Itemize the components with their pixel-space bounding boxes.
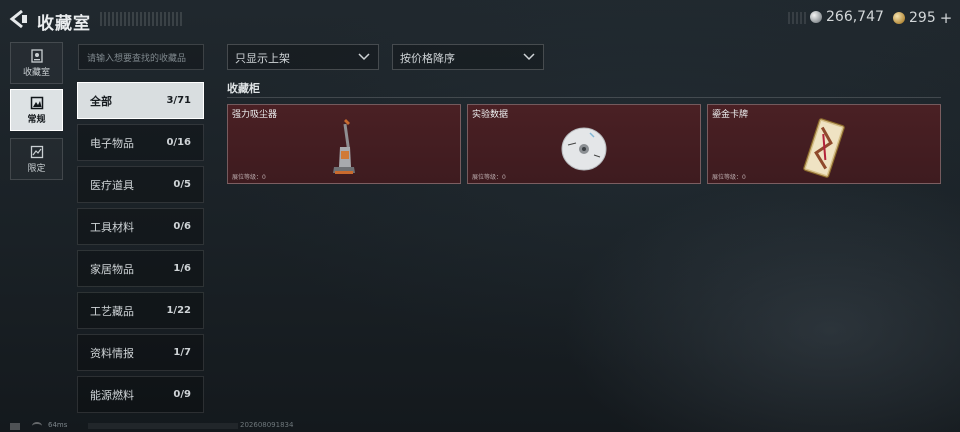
- category-household[interactable]: 家居物品 1/6: [77, 250, 204, 287]
- gilded-card-icon: [803, 118, 845, 178]
- nav-label: 常规: [27, 114, 46, 125]
- gold-currency-value: 295: [909, 10, 936, 26]
- chevron-down-icon: [523, 53, 535, 61]
- item-level: 展位等级：0: [232, 174, 266, 181]
- item-name: 实验数据: [472, 110, 509, 120]
- sort-value: 按价格降序: [400, 52, 455, 65]
- nav-collection-room[interactable]: 收藏室: [10, 42, 63, 84]
- nav-label: 收藏室: [22, 67, 50, 78]
- category-count: 1/7: [173, 347, 191, 358]
- status-decoration: [88, 423, 238, 429]
- item-card[interactable]: 实验数据 展位等级：0: [467, 104, 701, 184]
- category-count: 0/6: [173, 221, 191, 232]
- show-filter-value: 只显示上架: [235, 52, 290, 65]
- category-name: 资料情报: [90, 346, 134, 360]
- category-count: 0/16: [166, 137, 191, 148]
- sort-dropdown[interactable]: 按价格降序: [392, 44, 544, 70]
- gold-coin-icon: [893, 12, 905, 24]
- nav-limited[interactable]: 限定: [10, 138, 63, 180]
- back-arrow-icon[interactable]: [8, 9, 30, 29]
- add-currency-button[interactable]: +: [940, 9, 953, 27]
- category-name: 医疗道具: [90, 178, 134, 192]
- category-count: 3/71: [166, 95, 191, 106]
- top-bar: 收藏室 266,747 295 +: [0, 0, 960, 38]
- category-name: 电子物品: [90, 136, 134, 150]
- category-count: 1/6: [173, 263, 191, 274]
- silver-currency-value: 266,747: [826, 9, 884, 25]
- item-name: 强力吸尘器: [232, 110, 278, 120]
- currency-decoration: [788, 12, 808, 24]
- search-input[interactable]: 请输入想要查找的收藏品: [78, 44, 204, 70]
- category-all[interactable]: 全部 3/71: [77, 82, 204, 119]
- silver-coin-icon: [810, 11, 822, 23]
- category-crafts[interactable]: 工艺藏品 1/22: [77, 292, 204, 329]
- category-medical[interactable]: 医疗道具 0/5: [77, 166, 204, 203]
- disc-icon: [561, 127, 607, 171]
- category-name: 家居物品: [90, 262, 134, 276]
- show-filter-dropdown[interactable]: 只显示上架: [227, 44, 379, 70]
- status-bar: 64ms 202608091834: [0, 421, 960, 432]
- title-decoration: [100, 12, 182, 26]
- nav-regular[interactable]: 常规: [10, 89, 63, 131]
- item-name: 鎏金卡牌: [712, 110, 749, 120]
- collection-room-icon: [30, 48, 43, 63]
- page-title: 收藏室: [37, 14, 91, 34]
- section-divider: [227, 97, 941, 98]
- category-electronics[interactable]: 电子物品 0/16: [77, 124, 204, 161]
- nav-label: 限定: [27, 163, 46, 174]
- category-name: 全部: [90, 94, 112, 108]
- ping-readout: 64ms: [48, 421, 68, 429]
- section-title: 收藏柜: [227, 82, 260, 95]
- item-level: 展位等级：0: [712, 174, 746, 181]
- category-count: 0/5: [173, 179, 191, 190]
- item-card[interactable]: 鎏金卡牌 展位等级：0: [707, 104, 941, 184]
- category-name: 工艺藏品: [90, 304, 134, 318]
- item-level: 展位等级：0: [472, 174, 506, 181]
- category-count: 0/9: [173, 389, 191, 400]
- category-count: 1/22: [166, 305, 191, 316]
- battery-icon: [10, 423, 20, 430]
- chevron-down-icon: [358, 53, 370, 61]
- category-name: 能源燃料: [90, 388, 134, 402]
- vacuum-cleaner-icon: [333, 119, 355, 174]
- category-intel[interactable]: 资料情报 1/7: [77, 334, 204, 371]
- category-energy[interactable]: 能源燃料 0/9: [77, 376, 204, 413]
- limited-icon: [30, 145, 43, 158]
- regular-icon: [30, 96, 43, 109]
- item-card[interactable]: 强力吸尘器 展位等级：0: [227, 104, 461, 184]
- category-tools[interactable]: 工具材料 0/6: [77, 208, 204, 245]
- silver-currency: 266,747: [810, 9, 884, 25]
- build-version: 202608091834: [240, 421, 294, 429]
- category-name: 工具材料: [90, 220, 134, 234]
- gold-currency[interactable]: 295 +: [893, 9, 952, 27]
- wifi-icon: [32, 422, 42, 430]
